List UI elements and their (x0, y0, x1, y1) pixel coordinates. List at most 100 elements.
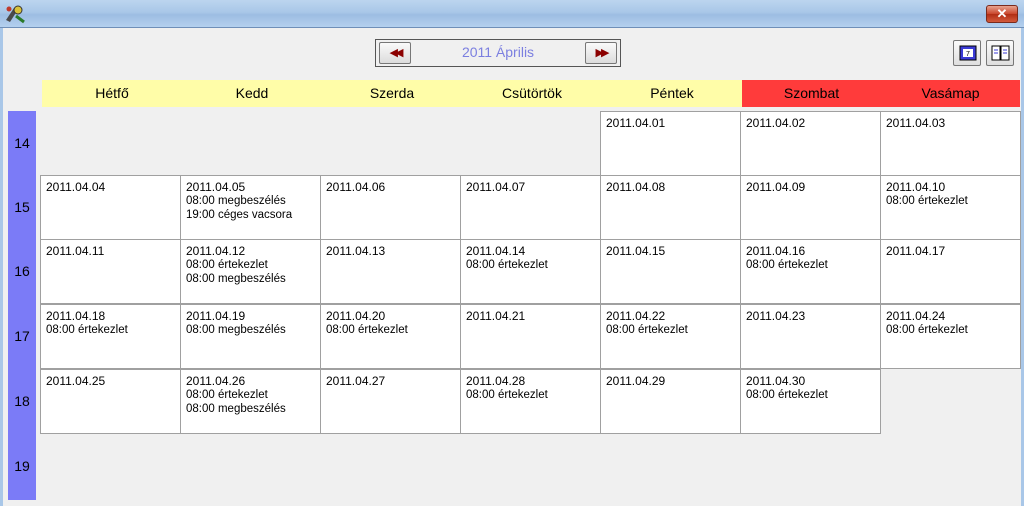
weekday-header-1: Hétfő (42, 80, 182, 107)
day-cell[interactable]: 2011.04.20 08:00 értekezlet (320, 304, 461, 369)
day-cell[interactable]: 2011.04.01 (600, 111, 741, 176)
day-cell[interactable]: 2011.04.03 (880, 111, 1021, 176)
day-date: 2011.04.09 (746, 180, 806, 194)
next-month-button[interactable]: ▶▶ (585, 42, 617, 64)
day-date: 2011.04.11 (46, 244, 105, 258)
day-date: 2011.04.16 (746, 244, 806, 258)
event-item[interactable]: 08:00 értekezlet (746, 388, 875, 402)
event-item[interactable]: 08:00 értekezlet (186, 388, 315, 402)
app-icon (6, 5, 25, 24)
day-date: 2011.04.06 (326, 180, 386, 194)
day-date: 2011.04.08 (606, 180, 666, 194)
day-cell[interactable]: 2011.04.05 08:00 megbeszélés 19:00 céges v… (180, 175, 321, 240)
week-number: 17 (14, 328, 30, 344)
event-item[interactable]: 08:00 értekezlet (886, 323, 1015, 337)
event-item[interactable]: 08:00 megbeszélés (186, 402, 315, 416)
day-date: 2011.04.23 (746, 309, 806, 323)
week-number: 15 (14, 199, 30, 215)
day-date: 2011.04.14 (466, 244, 526, 258)
event-item[interactable]: 08:00 értekezlet (466, 258, 595, 272)
day-cell[interactable]: 2011.04.19 08:00 megbeszélés (180, 304, 321, 369)
day-cell[interactable]: 2011.04.13 (320, 239, 461, 304)
day-cell[interactable]: 2011.04.11 (40, 239, 181, 304)
week-number: 19 (14, 458, 30, 474)
day-date: 2011.04.26 (186, 374, 246, 388)
day-date: 2011.04.03 (886, 116, 946, 130)
weekday-header-5: Péntek (602, 80, 742, 107)
event-item[interactable]: 08:00 megbeszélés (186, 194, 315, 208)
weekday-header-2: Kedd (182, 80, 322, 107)
day-date: 2011.04.19 (186, 309, 246, 323)
day-cell[interactable]: 2011.04.28 08:00 értekezlet (460, 369, 601, 434)
day-cell[interactable]: 2011.04.16 08:00 értekezlet (740, 239, 881, 304)
close-button[interactable]: ✕ (986, 5, 1018, 23)
week-number: 18 (14, 393, 30, 409)
week-number-column (8, 111, 36, 500)
day-date: 2011.04.05 (186, 180, 246, 194)
svg-text:7: 7 (966, 51, 970, 58)
title-bar: ✕ (0, 0, 1024, 28)
weekday-header-6: Szombat (742, 80, 881, 107)
day-cell[interactable]: 2011.04.24 08:00 értekezlet (880, 304, 1021, 369)
day-cell[interactable]: 2011.04.26 08:00 értekezlet 08:00 megbeszé… (180, 369, 321, 434)
day-cell[interactable]: 2011.04.30 08:00 értekezlet (740, 369, 881, 434)
day-date: 2011.04.20 (326, 309, 386, 323)
event-item[interactable]: 19:00 céges vacsora (186, 208, 315, 222)
day-date: 2011.04.02 (746, 116, 806, 130)
day-date: 2011.04.10 (886, 180, 946, 194)
day-cell[interactable]: 2011.04.02 (740, 111, 881, 176)
day-date: 2011.04.18 (46, 309, 106, 323)
weekday-header-4: Csütörtök (462, 80, 602, 107)
day-date: 2011.04.04 (46, 180, 106, 194)
day-date: 2011.04.07 (466, 180, 526, 194)
day-cell[interactable]: 2011.04.10 08:00 értekezlet (880, 175, 1021, 240)
day-cell[interactable]: 2011.04.09 (740, 175, 881, 240)
day-cell[interactable]: 2011.04.07 (460, 175, 601, 240)
day-cell[interactable]: 2011.04.21 (460, 304, 601, 369)
day-date: 2011.04.17 (886, 244, 946, 258)
list-view-button[interactable] (986, 40, 1014, 66)
weekday-header-row: Hétfő Kedd Szerda Csütörtök Péntek Szombat Vas… (42, 80, 1020, 107)
day-cell[interactable]: 2011.04.29 (600, 369, 741, 434)
day-date: 2011.04.24 (886, 309, 946, 323)
event-item[interactable]: 08:00 értekezlet (186, 258, 315, 272)
event-item[interactable]: 08:00 értekezlet (606, 323, 735, 337)
day-cell[interactable]: 2011.04.04 (40, 175, 181, 240)
day-date: 2011.04.21 (466, 309, 526, 323)
event-item[interactable]: 08:00 értekezlet (746, 258, 875, 272)
day-cell[interactable]: 2011.04.06 (320, 175, 461, 240)
day-cell[interactable]: 2011.04.18 08:00 értekezlet (40, 304, 181, 369)
event-item[interactable]: 08:00 értekezlet (46, 323, 175, 337)
day-cell[interactable]: 2011.04.08 (600, 175, 741, 240)
event-item[interactable]: 08:00 értekezlet (326, 323, 455, 337)
weekday-header-3: Szerda (322, 80, 462, 107)
week-number: 16 (14, 263, 30, 279)
day-date: 2011.04.22 (606, 309, 666, 323)
day-cell[interactable]: 2011.04.17 (880, 239, 1021, 304)
day-cell[interactable]: 2011.04.15 (600, 239, 741, 304)
week-view-button[interactable]: 7 (953, 40, 981, 66)
day-cell[interactable]: 2011.04.14 08:00 értekezlet (460, 239, 601, 304)
calendar-week-icon: 7 (959, 45, 977, 61)
day-cell[interactable]: 2011.04.27 (320, 369, 461, 434)
event-item[interactable]: 08:00 értekezlet (886, 194, 1015, 208)
day-cell[interactable]: 2011.04.12 08:00 értekezlet 08:00 megbeszé… (180, 239, 321, 304)
list-view-icon (991, 45, 1010, 61)
event-item[interactable]: 08:00 megbeszélés (186, 272, 315, 286)
event-item[interactable]: 08:00 megbeszélés (186, 323, 315, 337)
day-date: 2011.04.27 (326, 374, 386, 388)
day-date: 2011.04.29 (606, 374, 666, 388)
day-date: 2011.04.30 (746, 374, 806, 388)
day-cell[interactable]: 2011.04.23 (740, 304, 881, 369)
day-date: 2011.04.12 (186, 244, 246, 258)
week-number: 14 (14, 135, 30, 151)
month-navigator: ◀◀ 2011 Április ▶▶ (375, 39, 621, 67)
current-month-label: 2011 Április (461, 44, 535, 60)
day-date: 2011.04.28 (466, 374, 526, 388)
day-date: 2011.04.15 (606, 244, 666, 258)
previous-month-button[interactable]: ◀◀ (379, 42, 411, 64)
day-date: 2011.04.13 (326, 244, 386, 258)
day-cell[interactable]: 2011.04.25 (40, 369, 181, 434)
event-item[interactable]: 08:00 értekezlet (466, 388, 595, 402)
day-cell[interactable]: 2011.04.22 08:00 értekezlet (600, 304, 741, 369)
